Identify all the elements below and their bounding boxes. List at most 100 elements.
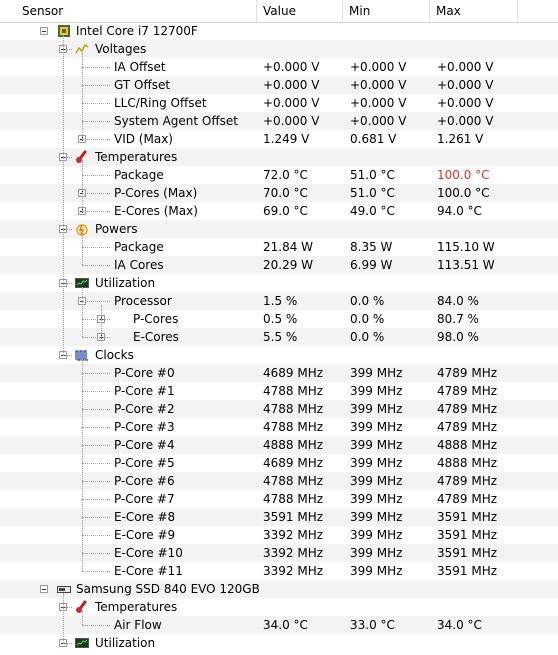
collapse-icon[interactable] — [40, 27, 48, 35]
group-row[interactable]: Powers — [0, 220, 558, 238]
sensor-name: Temperatures — [95, 600, 178, 614]
sensor-max: 100.0 °C — [437, 168, 490, 182]
tree-line — [82, 175, 110, 176]
sensor-min: 0.0 % — [350, 312, 385, 326]
sensor-min: 33.0 °C — [350, 618, 395, 632]
header-sensor[interactable]: Sensor — [0, 0, 257, 22]
tree-line — [82, 287, 83, 337]
sensor-min: 6.99 W — [350, 258, 393, 272]
sensor-max: 4789 MHz — [437, 420, 498, 434]
sensor-max: 94.0 °C — [437, 204, 482, 218]
sensor-value: 21.84 W — [263, 240, 314, 254]
sensor-max: 113.51 W — [437, 258, 495, 272]
tree-line — [82, 571, 110, 572]
tree-line — [82, 373, 110, 374]
tree-line — [82, 553, 110, 554]
sensor-name: E-Core #10 — [114, 546, 183, 560]
device-row[interactable]: Intel Core i7 12700F — [0, 22, 558, 40]
sensor-value: 72.0 °C — [263, 168, 308, 182]
sensor-name: P-Cores (Max) — [114, 186, 198, 200]
sensor-min: 51.0 °C — [350, 186, 395, 200]
header-value[interactable]: Value — [257, 0, 343, 22]
sensor-max: +0.000 V — [437, 78, 494, 92]
sensor-max: 4789 MHz — [437, 474, 498, 488]
sensor-min: 51.0 °C — [350, 168, 395, 182]
sensor-max: 4888 MHz — [437, 456, 498, 470]
header-min[interactable]: Min — [343, 0, 430, 22]
sensor-min: +0.000 V — [350, 78, 407, 92]
tree-line — [82, 499, 110, 500]
sensor-name: GT Offset — [114, 78, 171, 92]
sensor-value: 4788 MHz — [263, 492, 324, 506]
device-row[interactable]: Samsung SSD 840 EVO 120GB — [0, 580, 558, 598]
cpu-chip-icon — [57, 24, 71, 38]
tree-line — [82, 337, 110, 338]
tree-line — [82, 625, 110, 626]
sensor-value: +0.000 V — [263, 114, 320, 128]
group-row[interactable]: Voltages — [0, 40, 558, 58]
header-max[interactable]: Max — [430, 0, 518, 22]
group-row[interactable]: Temperatures — [0, 598, 558, 616]
sensor-value: +0.000 V — [263, 60, 320, 74]
sensor-name: Intel Core i7 12700F — [76, 24, 198, 38]
sensor-max: 98.0 % — [437, 330, 479, 344]
tree-line — [82, 409, 110, 410]
sensor-max: 4888 MHz — [437, 438, 498, 452]
tree-line — [82, 121, 110, 122]
sensor-min: 399 MHz — [350, 492, 403, 506]
collapse-icon[interactable] — [40, 585, 48, 593]
sensor-max: 84.0 % — [437, 294, 479, 308]
sensor-value: 69.0 °C — [263, 204, 308, 218]
header-empty — [518, 0, 558, 22]
sensor-name: P-Core #1 — [114, 384, 175, 398]
sensor-value: 3591 MHz — [263, 510, 324, 524]
sensor-tree[interactable]: Intel Core i7 12700F Voltages IA Offset +0.… — [0, 22, 558, 652]
group-row[interactable]: Utilization — [0, 274, 558, 292]
sensor-min: 0.0 % — [350, 330, 385, 344]
sensor-value: 0.5 % — [263, 312, 298, 326]
sensor-value: 34.0 °C — [263, 618, 308, 632]
tree-line — [82, 611, 83, 625]
sensor-max: +0.000 V — [437, 60, 494, 74]
sensor-max: 80.7 % — [437, 312, 479, 326]
sensor-min: 0.0 % — [350, 294, 385, 308]
sensor-value: 5.5 % — [263, 330, 298, 344]
sensor-name: E-Cores (Max) — [114, 204, 198, 218]
group-row[interactable]: Utilization — [0, 634, 558, 652]
sensor-name: Temperatures — [95, 150, 178, 164]
sensor-name: P-Core #7 — [114, 492, 175, 506]
tree-line — [82, 265, 110, 266]
tree-line — [82, 463, 110, 464]
tree-line — [63, 607, 72, 608]
sensor-max: 34.0 °C — [437, 618, 482, 632]
sensor-value: 4788 MHz — [263, 384, 324, 398]
sensor-name: E-Core #9 — [114, 528, 176, 542]
sensor-value: 20.29 W — [263, 258, 314, 272]
sensor-max: +0.000 V — [437, 96, 494, 110]
sensor-name: Samsung SSD 840 EVO 120GB — [76, 582, 260, 596]
sensor-name: System Agent Offset — [114, 114, 238, 128]
sensor-name: P-Cores — [133, 312, 179, 326]
sensor-value: 4689 MHz — [263, 456, 324, 470]
group-row[interactable]: Clocks — [0, 346, 558, 364]
sensor-max: 4789 MHz — [437, 402, 498, 416]
tree-line — [82, 301, 110, 302]
tree-line — [82, 103, 110, 104]
sensor-value: 4888 MHz — [263, 438, 324, 452]
sensor-name: Package — [114, 168, 164, 182]
tree-line — [82, 427, 110, 428]
sensor-min: +0.000 V — [350, 60, 407, 74]
tree-line — [101, 305, 102, 337]
tree-line — [82, 481, 110, 482]
tree-line — [63, 229, 72, 230]
sensor-name: E-Core #8 — [114, 510, 176, 524]
group-row[interactable]: Temperatures — [0, 148, 558, 166]
utilization-icon — [75, 636, 89, 650]
tree-line — [63, 35, 64, 355]
sensor-value: 1.5 % — [263, 294, 298, 308]
sensor-max: 3591 MHz — [437, 546, 498, 560]
sensor-value: 70.0 °C — [263, 186, 308, 200]
tree-line — [82, 211, 110, 212]
sensor-max: 4789 MHz — [437, 366, 498, 380]
tree-line — [82, 161, 83, 211]
